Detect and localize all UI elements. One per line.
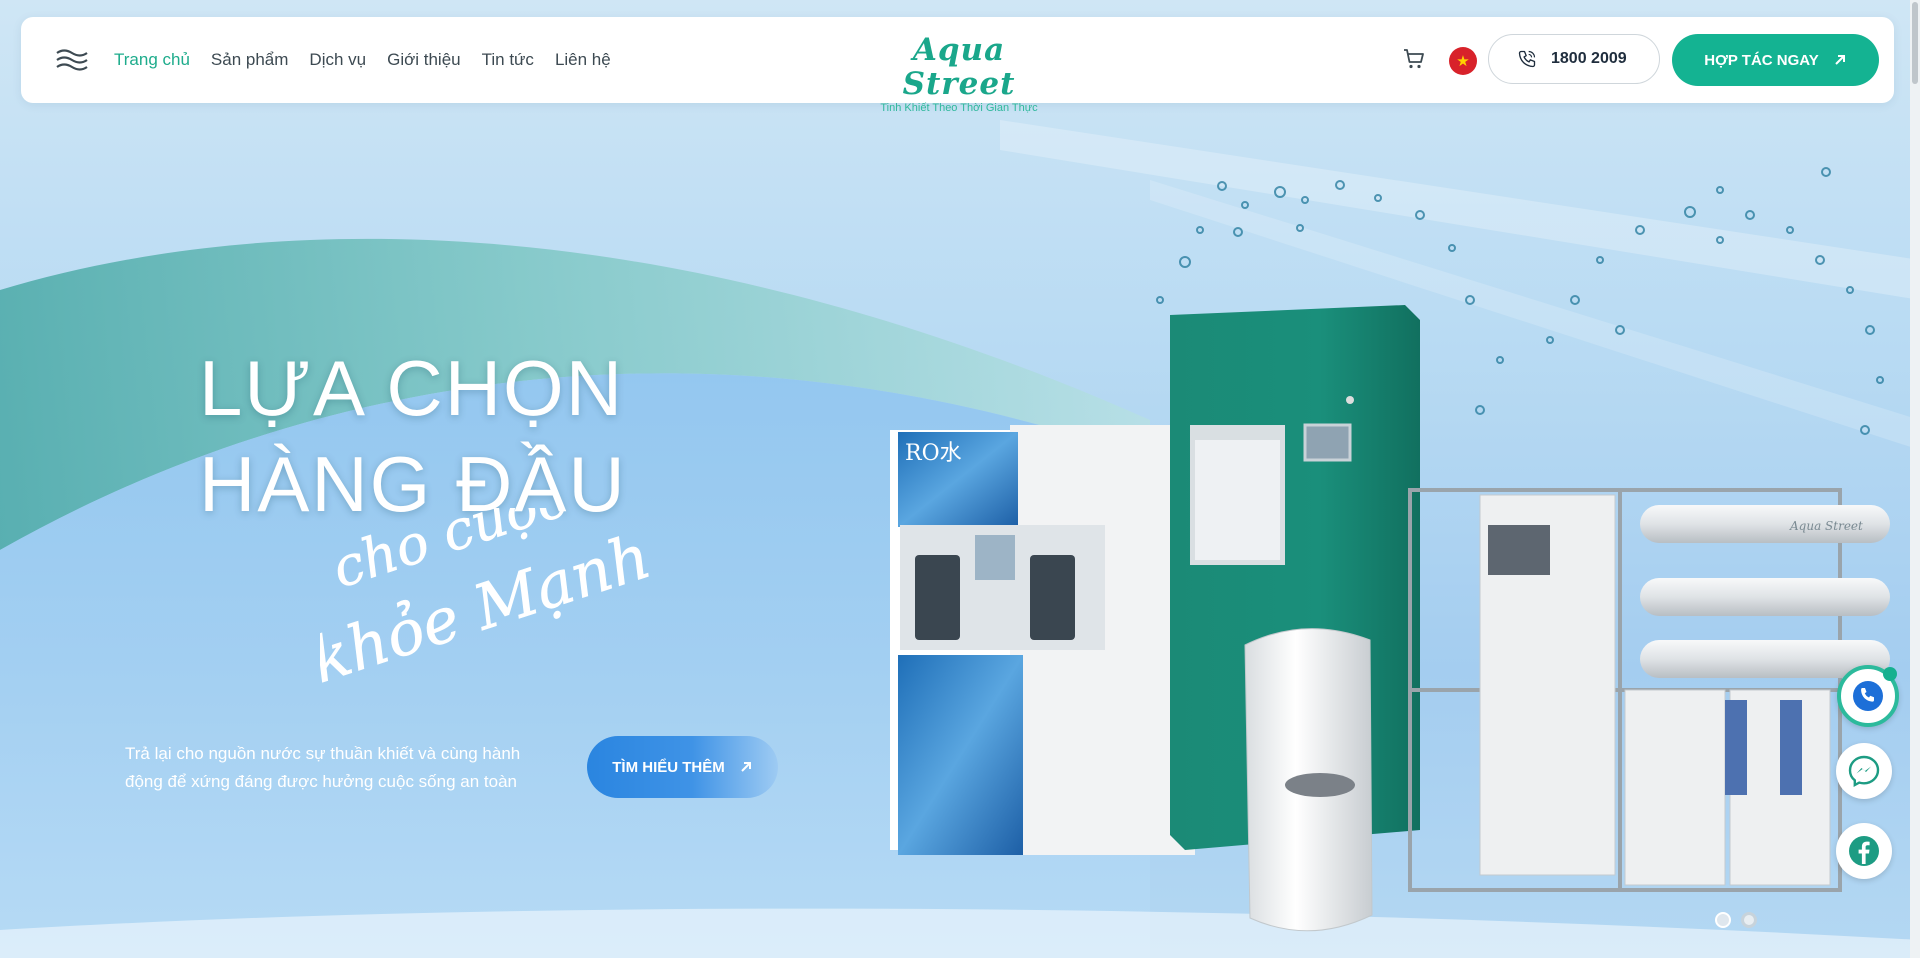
- hero-description-line2: động để xứng đáng được hưởng cuộc sống a…: [125, 772, 517, 791]
- learn-more-label: TÌM HIỂU THÊM: [612, 758, 725, 776]
- hero-headline: LỰA CHỌN HÀNG ĐẦU: [199, 340, 627, 532]
- arrow-up-right-icon: [1835, 55, 1845, 65]
- logo[interactable]: Aqua Street Tinh Khiết Theo Thời Gian Th…: [859, 33, 1059, 114]
- scrollbar[interactable]: [1910, 0, 1920, 958]
- zalo-icon: [1853, 681, 1883, 711]
- nav-item-home[interactable]: Trang chủ: [114, 50, 190, 70]
- arrow-up-right-icon: [741, 762, 751, 772]
- online-dot: [1883, 667, 1897, 681]
- page: RO水 Aqua Street Trang chủ Sản phẩm Dịch …: [0, 0, 1920, 958]
- vietnam-flag-icon[interactable]: ★: [1449, 47, 1477, 75]
- zalo-button[interactable]: [1837, 665, 1899, 727]
- partner-now-label: HỢP TÁC NGAY: [1704, 51, 1819, 69]
- messenger-button[interactable]: [1836, 743, 1892, 799]
- slider-dot-1[interactable]: [1715, 912, 1731, 928]
- site-header: Trang chủ Sản phẩm Dịch vụ Giới thiệu Ti…: [21, 17, 1894, 114]
- machine-ro-label: RO水: [905, 441, 962, 466]
- scrollbar-thumb[interactable]: [1912, 2, 1918, 84]
- nav-item-products[interactable]: Sản phẩm: [211, 50, 289, 70]
- logo-tagline: Tinh Khiết Theo Thời Gian Thực: [880, 102, 1038, 114]
- phone-button[interactable]: 1800 2009: [1488, 34, 1660, 84]
- slider-dot-2[interactable]: [1741, 912, 1757, 928]
- nav-item-contact[interactable]: Liên hệ: [555, 50, 611, 70]
- partner-now-button[interactable]: HỢP TÁC NGAY: [1672, 34, 1879, 86]
- nav-item-about[interactable]: Giới thiệu: [387, 50, 461, 70]
- hero-description: Trả lại cho nguồn nước sự thuần khiết và…: [125, 740, 565, 796]
- facebook-icon: [1849, 836, 1879, 866]
- learn-more-button[interactable]: TÌM HIỂU THÊM: [587, 736, 778, 798]
- ro-brand-label: Aqua Street: [1789, 519, 1863, 533]
- nav-item-news[interactable]: Tin tức: [482, 50, 534, 70]
- nav-item-services[interactable]: Dịch vụ: [309, 50, 366, 70]
- logo-wordmark: Aqua Street: [902, 32, 1016, 102]
- main-nav: Trang chủ Sản phẩm Dịch vụ Giới thiệu Ti…: [114, 17, 632, 103]
- slider-pagination: [1715, 912, 1757, 928]
- messenger-icon: [1848, 755, 1880, 788]
- phone-number: 1800 2009: [1551, 50, 1627, 67]
- hero-script-text: cho cuộc sống khỏe Mạnh: [320, 508, 715, 698]
- hero-headline-line1: LỰA CHỌN: [199, 344, 625, 432]
- hero-description-line1: Trả lại cho nguồn nước sự thuần khiết và…: [125, 744, 521, 763]
- menu-icon[interactable]: [55, 45, 89, 75]
- cart-icon[interactable]: [1402, 47, 1426, 71]
- phone-icon: [1518, 50, 1536, 68]
- facebook-button[interactable]: [1836, 823, 1892, 879]
